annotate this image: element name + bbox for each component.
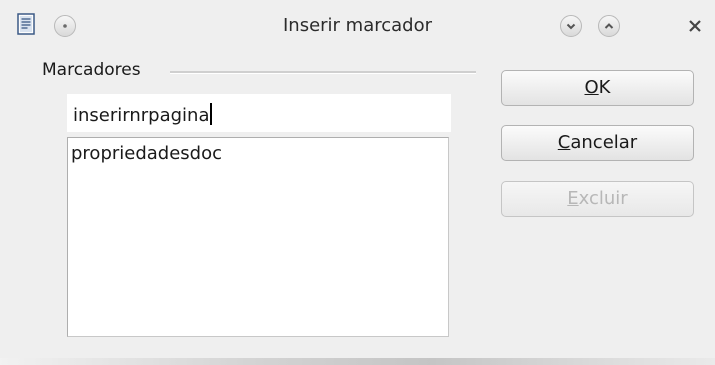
title-bar: Inserir marcador [0, 0, 715, 52]
bookmark-name-value: inserirnrpagina [73, 103, 213, 126]
delete-button[interactable]: Excluir [501, 181, 694, 217]
ok-label-rest: K [598, 77, 611, 98]
maximize-button[interactable] [598, 15, 620, 37]
close-button[interactable] [683, 14, 707, 38]
bookmarks-group-label: Marcadores [42, 60, 141, 80]
text-caret [210, 103, 213, 125]
cancel-label-rest: ancelar [570, 132, 638, 153]
list-item[interactable]: propriedadesdoc [71, 143, 222, 164]
chevron-up-icon [604, 23, 614, 29]
chevron-down-icon [566, 23, 576, 30]
bookmarks-list[interactable]: propriedadesdoc [67, 137, 449, 337]
minimize-button[interactable] [560, 15, 582, 37]
delete-mnemonic: E [567, 188, 579, 209]
window-bottom-edge [0, 358, 715, 365]
cancel-button[interactable]: Cancelar [501, 125, 694, 161]
ok-mnemonic: O [584, 77, 599, 98]
ok-button[interactable]: OK [501, 70, 694, 106]
delete-label-rest: xcluir [578, 188, 628, 209]
insert-bookmark-dialog: Inserir marcador Marcadores inserirnrpag… [0, 0, 715, 365]
group-separator [170, 71, 476, 74]
close-icon [689, 20, 701, 32]
cancel-mnemonic: C [557, 132, 571, 153]
